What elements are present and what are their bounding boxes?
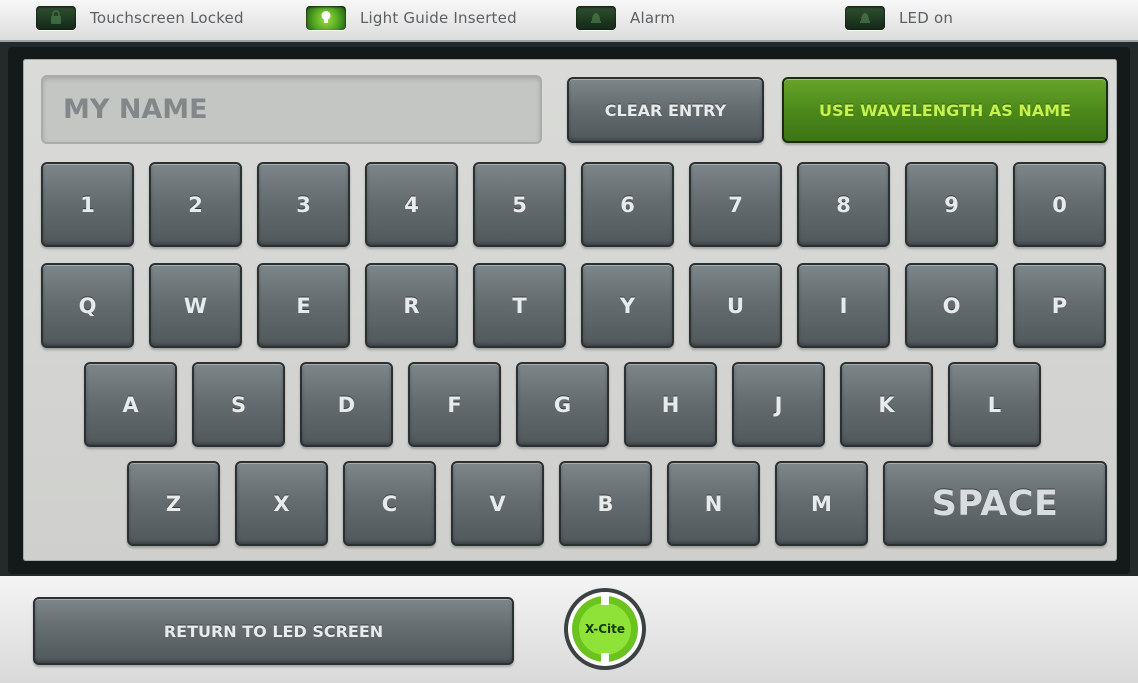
key-k[interactable]: K (840, 362, 933, 447)
key-v[interactable]: V (451, 461, 544, 546)
key-3[interactable]: 3 (257, 162, 350, 247)
lightbulb-icon (306, 6, 346, 30)
key-2[interactable]: 2 (149, 162, 242, 247)
key-c[interactable]: C (343, 461, 436, 546)
key-6[interactable]: 6 (581, 162, 674, 247)
key-x[interactable]: X (235, 461, 328, 546)
key-y[interactable]: Y (581, 263, 674, 348)
key-r[interactable]: R (365, 263, 458, 348)
key-i[interactable]: I (797, 263, 890, 348)
key-u[interactable]: U (689, 263, 782, 348)
key-7[interactable]: 7 (689, 162, 782, 247)
status-alarm: Alarm (576, 4, 675, 32)
key-5[interactable]: 5 (473, 162, 566, 247)
clear-entry-button[interactable]: CLEAR ENTRY (567, 77, 764, 143)
key-t[interactable]: T (473, 263, 566, 348)
space-key[interactable]: SPACE (883, 461, 1107, 546)
status-label: Touchscreen Locked (90, 9, 244, 27)
key-4[interactable]: 4 (365, 162, 458, 247)
key-z[interactable]: Z (127, 461, 220, 546)
key-s[interactable]: S (192, 362, 285, 447)
key-q[interactable]: Q (41, 263, 134, 348)
key-1[interactable]: 1 (41, 162, 134, 247)
key-f[interactable]: F (408, 362, 501, 447)
key-n[interactable]: N (667, 461, 760, 546)
key-9[interactable]: 9 (905, 162, 998, 247)
key-o[interactable]: O (905, 263, 998, 348)
key-a[interactable]: A (84, 362, 177, 447)
status-bar: Touchscreen Locked Light Guide Inserted … (0, 0, 1138, 42)
key-g[interactable]: G (516, 362, 609, 447)
key-p[interactable]: P (1013, 263, 1106, 348)
led-icon (845, 6, 885, 30)
key-b[interactable]: B (559, 461, 652, 546)
logo-text: X-Cite (584, 622, 626, 636)
x-cite-logo: X-Cite (562, 586, 648, 672)
key-d[interactable]: D (300, 362, 393, 447)
key-8[interactable]: 8 (797, 162, 890, 247)
return-to-led-screen-button[interactable]: RETURN TO LED SCREEN (33, 597, 514, 665)
key-w[interactable]: W (149, 263, 242, 348)
status-touchscreen-locked: Touchscreen Locked (36, 4, 244, 32)
status-led-on: LED on (845, 4, 953, 32)
lock-icon (36, 6, 76, 30)
key-l[interactable]: L (948, 362, 1041, 447)
key-j[interactable]: J (732, 362, 825, 447)
status-light-guide-inserted: Light Guide Inserted (306, 4, 517, 32)
use-wavelength-as-name-button[interactable]: USE WAVELENGTH AS NAME (782, 77, 1108, 143)
status-label: Alarm (630, 9, 676, 27)
key-m[interactable]: M (775, 461, 868, 546)
name-input[interactable] (41, 75, 542, 144)
bell-icon (576, 6, 616, 30)
status-label: Light Guide Inserted (360, 9, 517, 27)
key-h[interactable]: H (624, 362, 717, 447)
status-label: LED on (899, 9, 954, 27)
key-e[interactable]: E (257, 263, 350, 348)
key-0[interactable]: 0 (1013, 162, 1106, 247)
app-screen: Touchscreen Locked Light Guide Inserted … (0, 0, 1138, 683)
